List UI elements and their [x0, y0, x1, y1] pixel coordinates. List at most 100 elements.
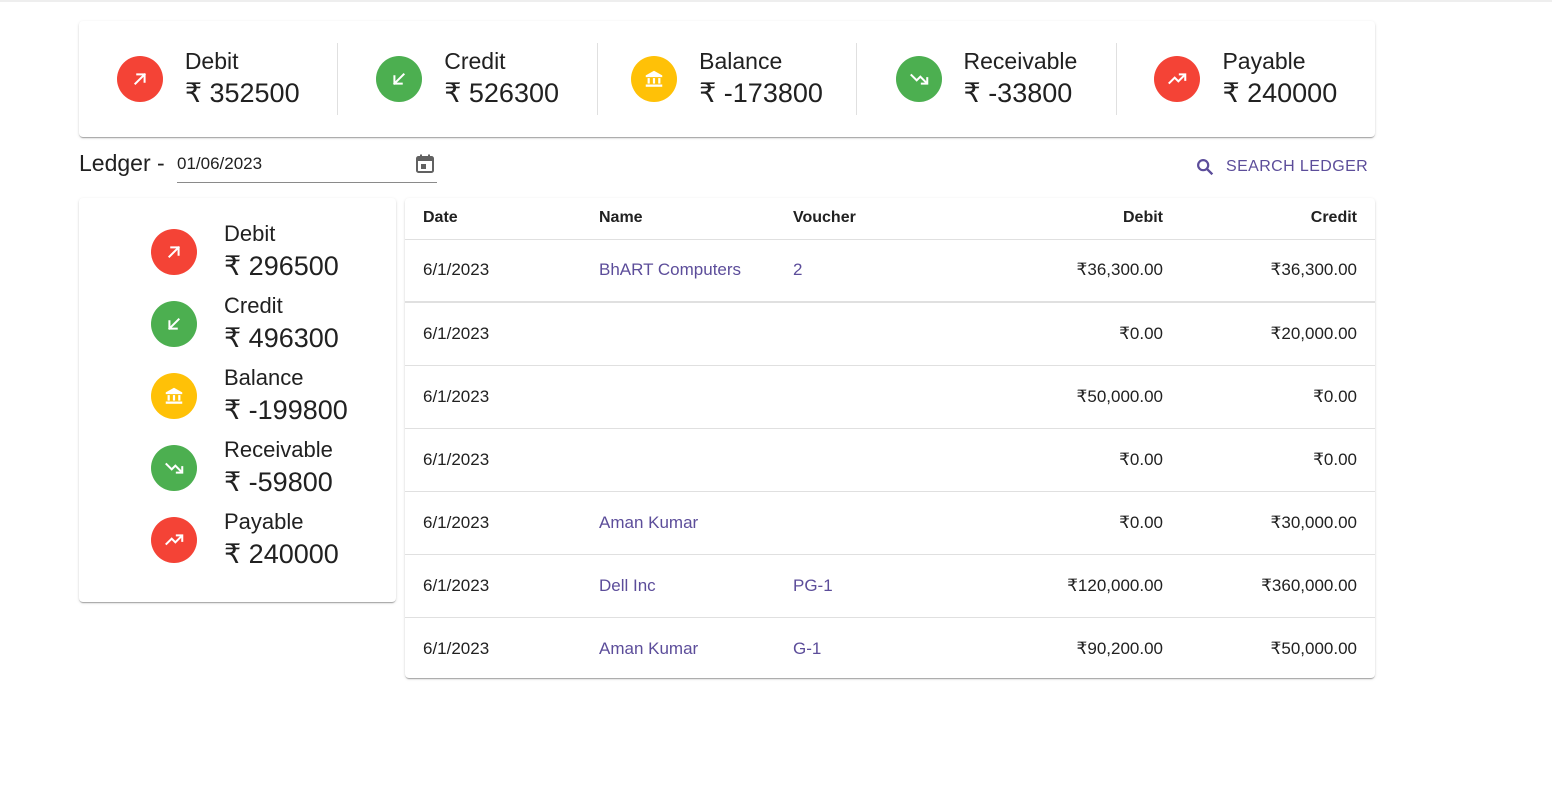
arrow-down-left-icon [376, 56, 423, 102]
ledger-table: Date Name Voucher Debit Credit 6/1/2023 … [405, 198, 1375, 678]
summary-value: ₹ -33800 [963, 78, 1073, 108]
cell-date: 6/1/2023 [405, 491, 599, 555]
side-label: Debit [224, 221, 276, 246]
cell-credit: ₹20,000.00 [1163, 302, 1375, 366]
table-row[interactable]: 6/1/2023 ₹0.00 ₹0.00 [405, 428, 1375, 492]
arrow-up-right-icon [151, 229, 197, 275]
cell-credit: ₹30,000.00 [1163, 491, 1375, 555]
calendar-icon[interactable] [413, 152, 437, 176]
summary-value: ₹ -173800 [699, 78, 823, 108]
cell-name-link[interactable]: Aman Kumar [599, 491, 793, 555]
cell-voucher-link[interactable]: G-1 [793, 617, 965, 678]
side-value: ₹ -59800 [224, 467, 333, 497]
cell-voucher-link[interactable]: PG-1 [793, 554, 965, 618]
cell-debit: ₹0.00 [965, 302, 1163, 366]
cell-debit: ₹50,000.00 [965, 365, 1163, 429]
search-ledger-button[interactable]: SEARCH LEDGER [1190, 152, 1378, 182]
side-label: Credit [224, 293, 283, 318]
cell-date: 6/1/2023 [405, 302, 599, 366]
cell-name-link[interactable]: Dell Inc [599, 554, 793, 618]
side-label: Payable [224, 509, 304, 534]
ledger-summary-card: Debit ₹ 296500 Credit ₹ 496300 Balance ₹… [79, 198, 396, 602]
table-row[interactable]: 6/1/2023 ₹0.00 ₹20,000.00 [405, 302, 1375, 366]
cell-debit: ₹36,300.00 [965, 239, 1163, 303]
cell-voucher-link[interactable]: 2 [793, 239, 965, 303]
summary-balance: Balance ₹ -173800 [598, 43, 858, 115]
cell-credit: ₹50,000.00 [1270, 638, 1357, 658]
summary-receivable: Receivable ₹ -33800 [857, 43, 1117, 115]
summary-label: Receivable [963, 48, 1078, 74]
side-label: Receivable [224, 437, 333, 462]
side-label: Balance [224, 365, 304, 390]
search-ledger-label: SEARCH LEDGER [1226, 158, 1369, 175]
header-name[interactable]: Name [599, 198, 793, 240]
bank-icon [151, 373, 197, 419]
top-divider [0, 0, 1552, 2]
cell-credit: ₹360,000.00 [1163, 554, 1375, 618]
cell-debit: ₹0.00 [965, 428, 1163, 492]
side-payable: Payable ₹ 240000 [79, 504, 396, 576]
cell-name-link[interactable]: Aman Kumar [599, 617, 793, 678]
cell-voucher-link[interactable] [793, 428, 965, 492]
table-row[interactable]: 6/1/2023 Aman Kumar G-1 ₹90,200.00 ₹50,0… [405, 617, 1375, 678]
ledger-title: Ledger - [79, 150, 165, 176]
table-row[interactable]: 6/1/2023 ₹50,000.00 ₹0.00 [405, 365, 1375, 429]
side-value: ₹ 496300 [224, 323, 339, 353]
trending-down-icon [895, 56, 942, 102]
summary-label: Debit [184, 48, 239, 74]
header-credit[interactable]: Credit [1163, 198, 1375, 240]
table-row[interactable]: 6/1/2023 BhART Computers 2 ₹36,300.00 ₹3… [405, 239, 1375, 303]
cell-voucher-link[interactable] [793, 365, 965, 429]
search-icon [1197, 159, 1214, 176]
trending-up-icon [151, 517, 197, 563]
summary-label: Credit [444, 48, 506, 74]
cell-credit: ₹0.00 [1163, 365, 1375, 429]
header-date[interactable]: Date [405, 198, 599, 240]
summary-value: ₹ 352500 [184, 78, 300, 108]
arrow-up-right-icon [116, 56, 163, 102]
header-voucher[interactable]: Voucher [793, 198, 965, 240]
cell-voucher-link[interactable] [793, 491, 965, 555]
cell-name-link[interactable] [599, 365, 793, 429]
side-credit: Credit ₹ 496300 [79, 288, 396, 360]
side-balance: Balance ₹ -199800 [79, 360, 396, 432]
summary-credit: Credit ₹ 526300 [338, 43, 598, 115]
summary-value: ₹ 240000 [1222, 78, 1338, 108]
cell-debit: ₹0.00 [965, 491, 1163, 555]
header-debit[interactable]: Debit [965, 198, 1163, 240]
cell-credit: ₹0.00 [1163, 428, 1375, 492]
bank-icon [631, 56, 678, 102]
summary-label: Payable [1222, 48, 1306, 74]
cell-credit: ₹36,300.00 [1163, 239, 1375, 303]
cell-debit: ₹120,000.00 [965, 554, 1163, 618]
cell-debit: ₹90,200.00 [1076, 638, 1163, 658]
summary-payable: Payable ₹ 240000 [1117, 43, 1375, 115]
cell-voucher-link[interactable] [793, 302, 965, 366]
side-receivable: Receivable ₹ -59800 [79, 432, 396, 504]
summary-value: ₹ 526300 [444, 78, 559, 108]
ledger-date-input[interactable] [177, 150, 397, 178]
cell-name-link[interactable]: BhART Computers [599, 239, 793, 303]
cell-date: 6/1/2023 [423, 638, 490, 658]
table-row[interactable]: 6/1/2023 Dell Inc PG-1 ₹120,000.00 ₹360,… [405, 554, 1375, 618]
trending-up-icon [1154, 56, 1201, 102]
cell-date: 6/1/2023 [405, 554, 599, 618]
summary-label: Balance [699, 48, 783, 74]
cell-name-link[interactable] [599, 428, 793, 492]
side-value: ₹ 296500 [224, 251, 339, 281]
trending-down-icon [151, 445, 197, 491]
cell-date: 6/1/2023 [405, 428, 599, 492]
side-value: ₹ 240000 [224, 539, 339, 569]
arrow-down-left-icon [151, 301, 197, 347]
side-debit: Debit ₹ 296500 [79, 216, 396, 288]
cell-name-link[interactable] [599, 302, 793, 366]
ledger-date-field[interactable] [177, 150, 437, 183]
side-value: ₹ -199800 [224, 395, 348, 425]
table-row[interactable]: 6/1/2023 Aman Kumar ₹0.00 ₹30,000.00 [405, 491, 1375, 555]
cell-date: 6/1/2023 [405, 239, 599, 303]
summary-card: Debit ₹ 352500 Credit ₹ 526300 Balance ₹… [79, 21, 1375, 137]
cell-date: 6/1/2023 [405, 365, 599, 429]
ledger-table-card: Date Name Voucher Debit Credit 6/1/2023 … [405, 198, 1375, 678]
summary-debit: Debit ₹ 352500 [79, 43, 339, 115]
table-header-row: Date Name Voucher Debit Credit [405, 198, 1375, 240]
